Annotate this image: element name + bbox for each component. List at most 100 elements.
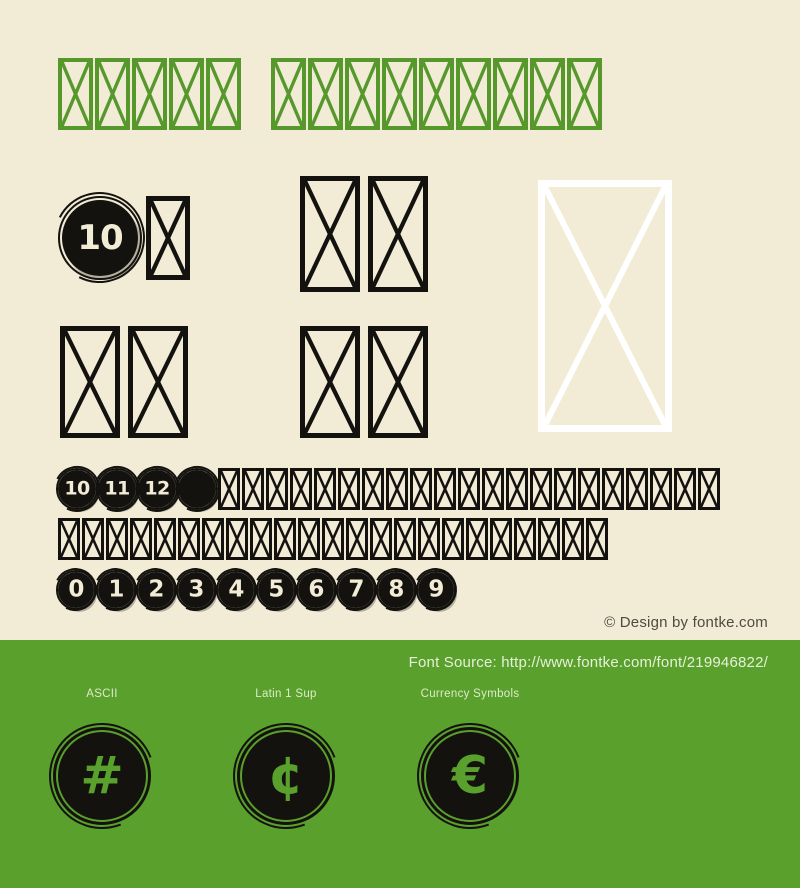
paragraph-missing-glyph-box [274, 518, 296, 560]
badge-label: 5 [268, 576, 284, 603]
paragraph-missing-glyph-box [370, 518, 392, 560]
paragraph-missing-glyph-box [506, 468, 528, 510]
paragraph-missing-glyph-box [322, 518, 344, 560]
title-missing-glyph-box [456, 58, 491, 130]
paragraph-missing-glyph-box [154, 518, 176, 560]
paragraph-missing-glyph-box [626, 468, 648, 510]
badge-ring-outer [58, 196, 142, 280]
title-missing-glyph-box [169, 58, 204, 130]
digit-badge-6: 6 [288, 562, 344, 618]
design-credit: © Design by fontke.com [604, 614, 768, 631]
unicode-block-glyph-0: # [32, 706, 172, 846]
badge-label: 12 [144, 477, 170, 500]
badge-label: 2 [148, 576, 164, 603]
digit-samples: 0123456789 [48, 562, 464, 618]
specimen-missing-glyph-box [368, 326, 428, 438]
specimen-missing-glyph-box [368, 176, 428, 292]
paragraph-missing-glyph-box [386, 468, 408, 510]
badge-label: 7 [348, 576, 364, 603]
badge-shadow [62, 200, 138, 276]
paragraph-missing-glyph-box [178, 518, 200, 560]
badge-label: 10 [64, 477, 90, 500]
paragraph-missing-glyph-box [578, 468, 600, 510]
badge-label: 0 [68, 576, 84, 603]
missing-glyph-box [368, 176, 428, 292]
paragraph-missing-glyph-box [554, 468, 576, 510]
specimen-missing-glyph-box [300, 326, 360, 438]
paragraph-missing-glyph-box [226, 518, 248, 560]
title-missing-glyph-box [95, 58, 130, 130]
specimen-missing-glyph-box [60, 326, 120, 438]
digit-badge-9: 9 [408, 562, 464, 618]
paragraph-missing-glyph-box [362, 468, 384, 510]
badge-label: 11 [104, 477, 130, 500]
digit-badge-3: 3 [168, 562, 224, 618]
digit-badge-5: 5 [248, 562, 304, 618]
missing-glyph-box [300, 176, 360, 292]
paragraph-missing-glyph-box [490, 518, 512, 560]
badge-label: 8 [388, 576, 404, 603]
paragraph-missing-glyph-box [674, 468, 696, 510]
paragraph-badge-glyph [168, 460, 226, 518]
paragraph-missing-glyph-box [298, 518, 320, 560]
coin-glyph: € [400, 706, 540, 846]
unicode-block-label-0: ASCII [86, 688, 118, 700]
title-word-1 [271, 58, 604, 130]
badge-label: 9 [428, 576, 444, 603]
missing-glyph-box [60, 326, 120, 438]
coin-glyph: ¢ [216, 706, 356, 846]
title-missing-glyph-box [530, 58, 565, 130]
coin-glyph: # [32, 706, 172, 846]
font-source-link[interactable]: Font Source: http://www.fontke.com/font/… [409, 654, 768, 671]
missing-glyph-box [128, 326, 188, 438]
digit-badge-2: 2 [128, 562, 184, 618]
digit-badge-4: 4 [208, 562, 264, 618]
missing-glyph-box [300, 326, 360, 438]
title-missing-glyph-box [58, 58, 93, 130]
digit-badge-0: 0 [48, 562, 104, 618]
paragraph-missing-glyph-box [418, 518, 440, 560]
paragraph-missing-glyph-box [514, 518, 536, 560]
paragraph-missing-glyph-box [586, 518, 608, 560]
footer-band: Font Source: http://www.fontke.com/font/… [0, 640, 800, 888]
title-missing-glyph-box [132, 58, 167, 130]
paragraph-badge-glyph: 11 [88, 460, 146, 518]
paragraph-row-0: 10 11 12 [48, 460, 720, 518]
missing-glyph-box [146, 196, 190, 280]
missing-glyph-box [538, 180, 672, 432]
unicode-block-label-2: Currency Symbols [420, 688, 520, 700]
paragraph-missing-glyph-box [602, 468, 624, 510]
digit-badge-7: 7 [328, 562, 384, 618]
badge-ring-outer [176, 468, 218, 510]
specimen-missing-glyph-box-large [538, 180, 672, 432]
coin-symbol: # [80, 746, 124, 806]
digit-badge-8: 8 [368, 562, 424, 618]
title-missing-glyph-box [345, 58, 380, 130]
coin-symbol: ¢ [267, 746, 305, 806]
paragraph-missing-glyph-box [314, 468, 336, 510]
badge-label: 6 [308, 576, 324, 603]
paragraph-missing-glyph-box [562, 518, 584, 560]
paragraph-missing-glyph-box [82, 518, 104, 560]
paragraph-missing-glyph-box [218, 468, 240, 510]
title-missing-glyph-box [493, 58, 528, 130]
specimen-missing-glyph-box [300, 176, 360, 292]
badge-label: 10 [77, 218, 123, 258]
paragraph-missing-glyph-box [698, 468, 720, 510]
paragraph-missing-glyph-box [466, 518, 488, 560]
digit-badge-1: 1 [88, 562, 144, 618]
badge-label: 4 [228, 576, 244, 603]
specimen-missing-glyph-box [146, 196, 190, 280]
specimen-badge-10: 10 [42, 180, 158, 296]
paragraph-missing-glyph-box [346, 518, 368, 560]
paragraph-missing-glyph-box [338, 468, 360, 510]
paragraph-missing-glyph-box [482, 468, 504, 510]
paragraph-missing-glyph-box [202, 518, 224, 560]
unicode-block-glyph-2: € [400, 706, 540, 846]
paragraph-missing-glyph-box [410, 468, 432, 510]
paragraph-missing-glyph-box [442, 518, 464, 560]
paragraph-missing-glyph-box [394, 518, 416, 560]
title-missing-glyph-box [271, 58, 306, 130]
title-missing-glyph-box [308, 58, 343, 130]
paragraph-missing-glyph-box [290, 468, 312, 510]
